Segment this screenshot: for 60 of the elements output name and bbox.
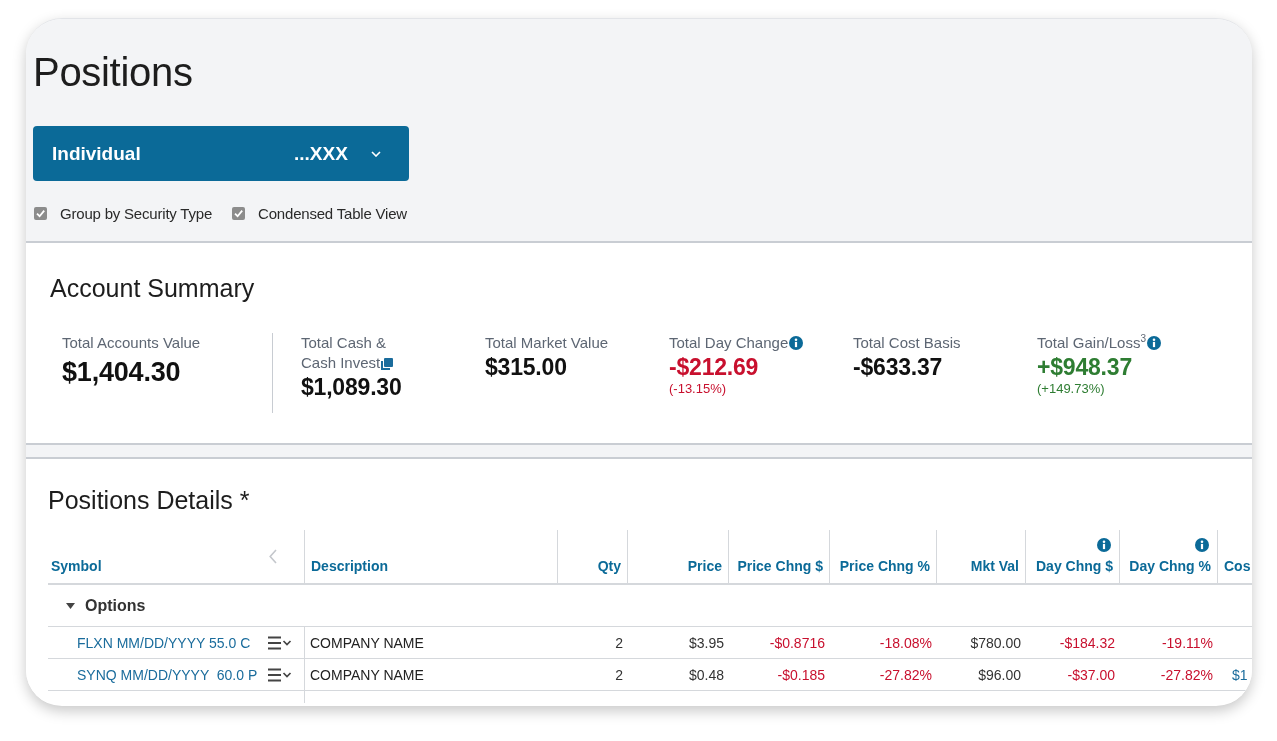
symbol-link[interactable]: SYNQ MM/DD/YYYY 60.0 P [77,666,258,683]
table-cell-text: -$0.8716 [768,633,826,653]
checkbox-label[interactable]: Condensed Table View [258,204,407,222]
new-window-icon[interactable] [381,358,394,370]
column-header[interactable]: Mkt Val [937,530,1026,583]
column-header[interactable]: Price Chng $ [729,530,830,583]
table-cell-text: -$184.32 [1058,633,1116,653]
menu-icon[interactable] [268,635,292,650]
table-cell-text: COMPANY NAME [309,633,425,653]
table-cell-text: 2 [614,633,624,653]
checkbox-label[interactable]: Group by Security Type [60,204,213,222]
metric-value: -$212.69 [669,353,759,381]
info-icon[interactable] [1146,336,1161,350]
column-header[interactable]: Day Chng $ [1026,530,1120,583]
info-icon[interactable] [789,336,804,350]
column-header[interactable]: Price [628,530,729,583]
table-cell-text: -27.82% [878,665,933,685]
symbol-link[interactable]: FLXN MM/DD/YYYY 55.0 C [77,634,251,651]
metric-change: (-13.15%) [669,381,727,397]
metric-value: +$948.37 [1037,353,1132,381]
section-title: Positions Details * [48,485,250,515]
metric-value: $1,089.30 [301,373,402,401]
table-cell-text: $96.00 [977,665,1022,685]
metric-label: Total Market Value [485,334,609,351]
column-header[interactable]: Symbol [48,530,305,583]
table-cell-text: -18.08% [878,633,933,653]
cell-link[interactable]: $1 [1218,659,1252,690]
column-header[interactable]: Price Chng % [830,530,937,583]
metric-label: Total Accounts Value [62,334,201,351]
table-cell-text: $3.95 [687,633,725,653]
group-label: Options [85,596,146,615]
metric-value: $1,404.30 [62,356,181,389]
account-dropdown[interactable]: Individual ...XXX [33,126,409,181]
page-title: Positions [33,49,193,96]
table-cell-text: $0.48 [687,665,725,685]
table-cell-text: -$0.185 [776,665,826,685]
column-header[interactable]: Cos [1218,530,1252,583]
column-header[interactable]: Qty [558,530,628,583]
metric-label: Total Gain/Loss$^{3}$ [1037,334,1146,351]
checkbox[interactable] [232,206,246,220]
metric-value: $315.00 [485,353,567,381]
info-icon[interactable] [1097,538,1111,552]
table-cell-text: -19.11% [1160,633,1214,653]
table-cell-text: COMPANY NAME [309,665,425,685]
table-cell-text: -27.82% [1159,665,1214,685]
section-title: Account Summary [50,273,255,303]
menu-icon[interactable] [268,667,292,682]
table-cell-text: 2 [614,665,624,685]
table-cell-text: -$37.00 [1066,665,1116,685]
metric-value: -$633.37 [853,353,943,381]
metric-change: (+149.73%) [1037,381,1105,397]
metric-label: Total Cash & Cash Invest [301,334,387,371]
caret-down-icon[interactable] [66,602,75,609]
info-icon[interactable] [1195,538,1209,552]
checkbox[interactable] [34,206,47,220]
metric-label: Total Cost Basis [853,334,961,351]
metric-label: Total Day Change [669,334,789,351]
table-cell-text: $780.00 [969,633,1022,653]
column-header[interactable]: Description [305,530,558,583]
column-header[interactable]: Day Chng % [1120,530,1218,583]
